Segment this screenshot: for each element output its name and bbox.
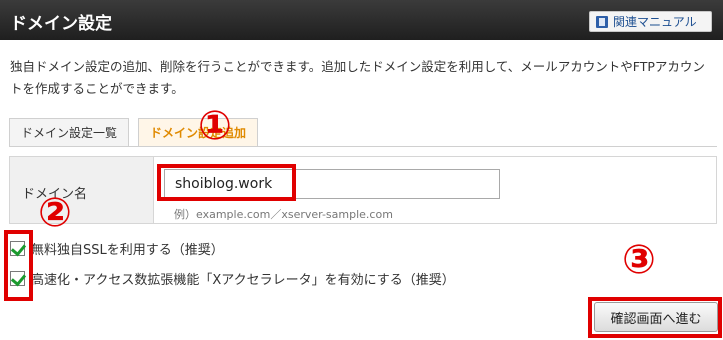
domain-label-cell: ドメイン名	[10, 157, 154, 223]
annotation-number-2: ②	[38, 190, 72, 236]
page-description: 独自ドメイン設定の追加、削除を行うことができます。追加したドメイン設定を利用して…	[10, 59, 705, 96]
domain-example-text: 例）example.com／xserver-sample.com	[174, 208, 393, 221]
annotation-box-checkboxes	[4, 230, 33, 301]
domain-form-table: ドメイン名 例）example.com／xserver-sample.com	[9, 156, 717, 224]
page-header: ドメイン設定 関連マニュアル	[0, 0, 723, 40]
annotation-number-3: ③	[622, 237, 656, 283]
annotation-box-confirm-button	[588, 297, 722, 338]
page-title: ドメイン設定	[10, 14, 112, 34]
tab-domain-list[interactable]: ドメイン設定一覧	[9, 118, 129, 146]
related-manual-label: 関連マニュアル	[613, 15, 697, 29]
ssl-option-label: 無料独自SSLを利用する（推奨）	[31, 242, 224, 258]
tab-divider	[9, 146, 717, 147]
related-manual-button[interactable]: 関連マニュアル	[589, 11, 712, 32]
xaccelerator-option-label: 高速化・アクセス数拡張機能「Xアクセラレータ」を有効にする（推奨）	[31, 272, 455, 288]
annotation-number-1: ①	[198, 103, 232, 149]
ssl-option[interactable]: 無料独自SSLを利用する（推奨）	[10, 238, 224, 258]
annotation-box-domain-input	[157, 164, 296, 201]
xaccelerator-option[interactable]: 高速化・アクセス数拡張機能「Xアクセラレータ」を有効にする（推奨）	[10, 268, 455, 288]
book-icon	[596, 15, 608, 28]
